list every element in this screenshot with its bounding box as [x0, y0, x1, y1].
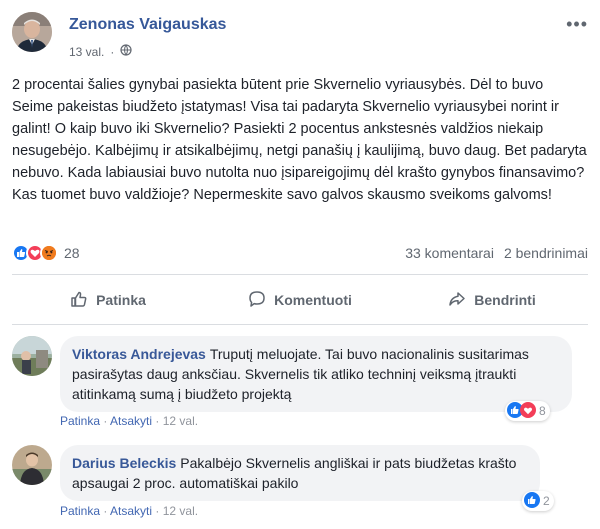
- more-icon[interactable]: •••: [566, 14, 588, 35]
- comment-like-link[interactable]: Patinka: [60, 414, 100, 428]
- comment-reply-link[interactable]: Atsakyti: [110, 504, 152, 518]
- comment-actions: Patinka · Atsakyti · 12 val.: [60, 504, 199, 518]
- reaction-icons[interactable]: [12, 244, 58, 262]
- share-label: Bendrinti: [474, 292, 536, 308]
- love-reaction-icon: [520, 401, 536, 421]
- commenter-avatar[interactable]: [12, 336, 52, 376]
- reaction-count[interactable]: 28: [64, 245, 80, 261]
- thumbs-up-icon: [70, 290, 88, 311]
- comment-time[interactable]: 12 val.: [163, 504, 198, 518]
- comment-reaction-count: 2: [543, 494, 550, 508]
- like-label: Patinka: [96, 292, 146, 308]
- comment-reactions[interactable]: 8: [505, 401, 550, 421]
- divider: [12, 324, 588, 325]
- like-button[interactable]: Patinka: [12, 284, 204, 316]
- comment-time[interactable]: 12 val.: [163, 414, 198, 428]
- comment-actions: Patinka · Atsakyti · 12 val.: [60, 414, 199, 428]
- comment-icon: [248, 290, 266, 311]
- comment-bubble: Viktoras Andrejevas Truputį meluojate. Ta…: [60, 336, 572, 412]
- commenter-name[interactable]: Darius Beleckis: [72, 455, 176, 471]
- post-card: Zenonas Vaigauskas 13 val. · ••• 2 proce…: [0, 0, 600, 529]
- comment-reply-link[interactable]: Atsakyti: [110, 414, 152, 428]
- author-avatar[interactable]: [12, 12, 52, 52]
- comments-count[interactable]: 33 komentarai: [405, 245, 494, 261]
- angry-reaction-icon: [40, 244, 58, 262]
- globe-icon: [120, 44, 132, 59]
- reactions-bar: 28 33 komentarai 2 bendrinimai: [12, 238, 588, 268]
- comment-label: Komentuoti: [274, 292, 352, 308]
- divider: [12, 274, 588, 275]
- commenter-name[interactable]: Viktoras Andrejevas: [72, 346, 206, 362]
- like-reaction-icon: [524, 491, 540, 511]
- commenter-avatar[interactable]: [12, 445, 52, 485]
- post-meta: 13 val. ·: [69, 44, 132, 59]
- comment-button[interactable]: Komentuoti: [204, 284, 396, 316]
- author-name[interactable]: Zenonas Vaigauskas: [69, 16, 226, 34]
- post-time[interactable]: 13 val.: [69, 45, 104, 59]
- post-text: 2 procentai šalies gynybai pasiekta būte…: [12, 77, 587, 203]
- comment-reactions[interactable]: 2: [522, 491, 554, 511]
- post-stats: 33 komentarai 2 bendrinimai: [405, 245, 588, 261]
- meta-separator: ·: [110, 44, 115, 59]
- shares-count[interactable]: 2 bendrinimai: [504, 245, 588, 261]
- comment-reaction-count: 8: [539, 404, 546, 418]
- share-button[interactable]: Bendrinti: [396, 284, 588, 316]
- post-actions: Patinka Komentuoti Bendrinti: [12, 284, 588, 316]
- share-icon: [448, 290, 466, 311]
- comment-like-link[interactable]: Patinka: [60, 504, 100, 518]
- comment-bubble: Darius Beleckis Pakalbėjo Skvernelis angl…: [60, 445, 540, 501]
